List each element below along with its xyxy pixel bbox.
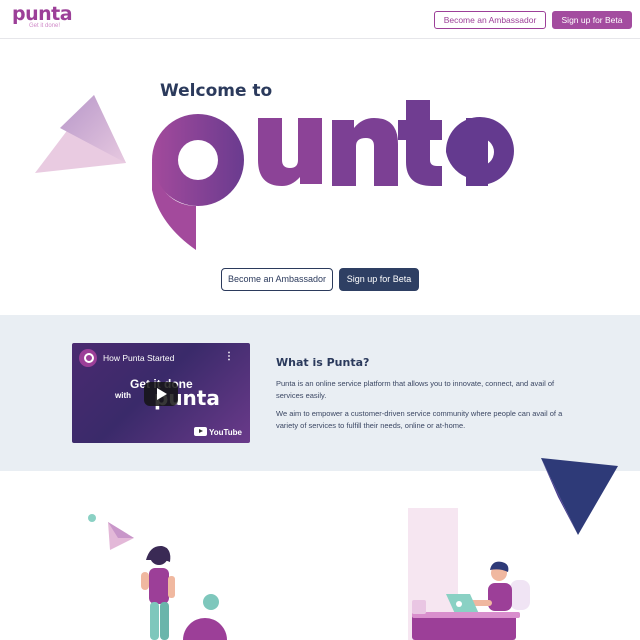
youtube-logo[interactable]: YouTube [193,427,242,437]
hero-graphic [35,95,514,250]
youtube-label: YouTube [208,428,242,437]
channel-avatar[interactable] [79,349,97,367]
landing-page: punta Get it done! Become an Ambassador … [0,0,640,640]
decorative-sphere [203,594,219,610]
decorative-triangle-right [541,458,618,535]
hero-ambassador-button[interactable]: Become an Ambassador [221,268,333,291]
youtube-video-embed[interactable]: How Punta Started ⋮ Get it done with pun… [72,343,250,443]
decorative-half-circle [183,618,227,640]
header-ambassador-button[interactable]: Become an Ambassador [434,11,546,29]
video-title[interactable]: How Punta Started [103,353,174,363]
header-signup-button[interactable]: Sign up for Beta [552,11,632,29]
about-paragraph-1: Punta is an online service platform that… [276,379,555,400]
hero-welcome-text: Welcome to [160,81,273,101]
logo-tagline: Get it done! [29,23,61,29]
punta-logo[interactable]: punta Get it done! [12,3,73,29]
play-button-icon[interactable] [144,382,178,406]
more-options-icon[interactable]: ⋮ [224,351,234,362]
logo-wordmark: punta [12,3,73,25]
brand-mark [152,100,514,250]
illustration-area [88,458,618,640]
top-navbar: punta Get it done! Become an Ambassador … [0,0,640,39]
video-overlay-with: with [115,391,131,400]
hero-signup-button[interactable]: Sign up for Beta [339,268,419,291]
decorative-dot-small [88,514,96,522]
woman-illustration [141,545,175,640]
about-paragraph-2: We aim to empower a customer-driven serv… [276,409,563,430]
youtube-icon [193,427,207,436]
about-section: How Punta Started ⋮ Get it done with pun… [0,315,640,471]
about-heading: What is Punta? [276,356,370,369]
